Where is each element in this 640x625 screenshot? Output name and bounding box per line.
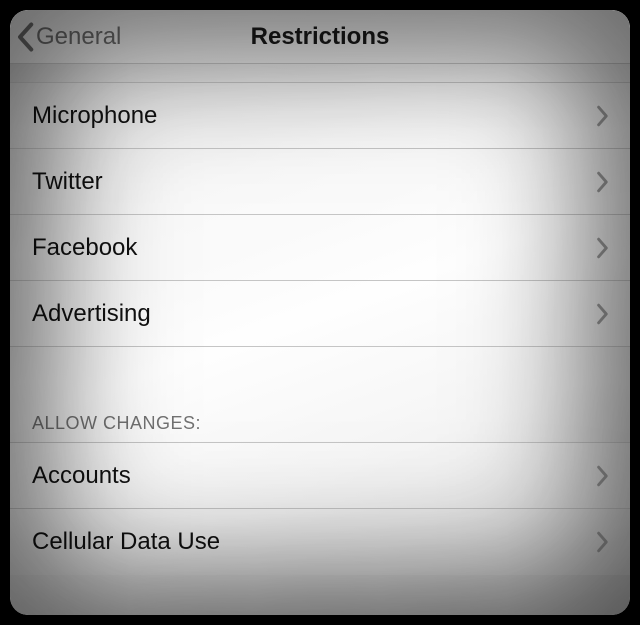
- chevron-right-icon: [596, 105, 610, 127]
- settings-screen: General Restrictions Microphone Twitter …: [10, 10, 630, 615]
- cell-cellular-data-use[interactable]: Cellular Data Use: [10, 509, 630, 575]
- cell-label: Twitter: [32, 168, 103, 196]
- chevron-right-icon: [596, 303, 610, 325]
- cell-label: Microphone: [32, 102, 157, 130]
- chevron-left-icon: [16, 22, 34, 52]
- chevron-right-icon: [596, 171, 610, 193]
- cell-advertising[interactable]: Advertising: [10, 281, 630, 347]
- chevron-right-icon: [596, 237, 610, 259]
- chevron-right-icon: [596, 531, 610, 553]
- cell-label: Facebook: [32, 234, 137, 262]
- cell-label: Advertising: [32, 300, 151, 328]
- cell-accounts[interactable]: Accounts: [10, 443, 630, 509]
- section-header-wrap: ALLOW CHANGES:: [10, 413, 630, 443]
- page-title: Restrictions: [251, 23, 390, 51]
- back-label: General: [36, 23, 121, 51]
- cell-label: Cellular Data Use: [32, 528, 220, 556]
- cell-facebook[interactable]: Facebook: [10, 215, 630, 281]
- cell-twitter[interactable]: Twitter: [10, 149, 630, 215]
- navbar: General Restrictions: [10, 10, 630, 64]
- cell-microphone[interactable]: Microphone: [10, 83, 630, 149]
- chevron-right-icon: [596, 465, 610, 487]
- section-header: ALLOW CHANGES:: [10, 413, 630, 442]
- section-gap: [10, 347, 630, 413]
- cell-label: Accounts: [32, 462, 131, 490]
- back-button[interactable]: General: [16, 22, 121, 52]
